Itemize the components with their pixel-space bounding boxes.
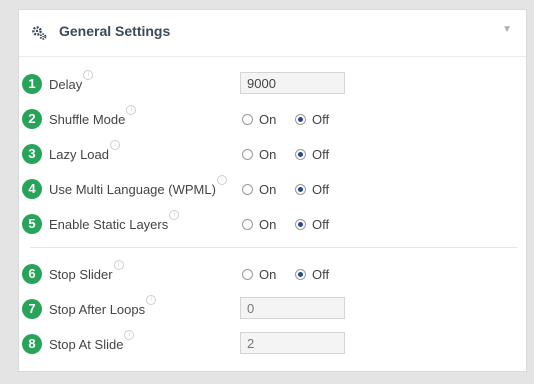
setting-row-lazy-load: 3 Lazy Loadi On Off (19, 140, 526, 170)
radio-off-label[interactable]: Off (312, 217, 329, 232)
radio-off-label[interactable]: Off (312, 147, 329, 162)
radio-on-label[interactable]: On (259, 182, 276, 197)
setting-row-stop-slider: 6 Stop Slideri On Off (19, 260, 526, 290)
setting-row-shuffle-mode: 2 Shuffle Modei On Off (19, 105, 526, 135)
radio-on-label[interactable]: On (259, 217, 276, 232)
radio-off[interactable] (294, 269, 306, 281)
step-badge: 1 (22, 74, 42, 94)
radio-on[interactable] (242, 219, 253, 231)
delay-input[interactable] (240, 72, 345, 94)
info-icon[interactable]: i (83, 70, 94, 80)
radio-off-label[interactable]: Off (312, 112, 329, 127)
radio-on[interactable] (242, 269, 253, 281)
info-icon[interactable]: i (124, 330, 135, 340)
step-badge: 2 (22, 109, 42, 129)
stop-at-slide-input[interactable] (240, 332, 345, 354)
step-badge: 6 (22, 264, 42, 284)
setting-label: Shuffle Modei (49, 105, 137, 127)
setting-row-stop-at-slide: 8 Stop At Slidei (19, 330, 526, 360)
radio-off-label[interactable]: Off (312, 267, 329, 282)
step-badge: 5 (22, 214, 42, 234)
radio-off[interactable] (294, 219, 306, 231)
radio-off[interactable] (294, 114, 306, 126)
step-badge: 8 (22, 334, 42, 354)
setting-label: Use Multi Language (WPML)i (49, 175, 227, 197)
setting-label: Stop After Loopsi (49, 295, 157, 317)
setting-label: Stop At Slidei (49, 330, 135, 352)
radio-on[interactable] (242, 114, 253, 126)
step-badge: 7 (22, 299, 42, 319)
radio-off-label[interactable]: Off (312, 182, 329, 197)
radio-off[interactable] (294, 149, 306, 161)
lazy-load-radio-group: On Off (242, 147, 344, 162)
info-icon[interactable]: i (216, 175, 227, 185)
radio-on[interactable] (242, 149, 253, 161)
radio-off[interactable] (294, 184, 306, 196)
stop-after-loops-input[interactable] (240, 297, 345, 319)
panel-title: General Settings (59, 23, 171, 39)
setting-label: Stop Slideri (49, 260, 124, 282)
setting-row-multi-language: 4 Use Multi Language (WPML)i On Off (19, 175, 526, 205)
gears-icon (32, 26, 47, 40)
step-badge: 3 (22, 144, 42, 164)
section-divider (30, 247, 517, 248)
info-icon[interactable]: i (110, 140, 120, 150)
info-icon[interactable]: i (146, 295, 157, 305)
general-settings-panel: General Settings ▼ 1 Delayi 2 Shuffle Mo… (18, 9, 527, 372)
radio-on-label[interactable]: On (259, 112, 276, 127)
multi-language-radio-group: On Off (242, 182, 344, 197)
static-layers-radio-group: On Off (242, 217, 344, 232)
setting-row-static-layers: 5 Enable Static Layersi On Off (19, 210, 526, 240)
stop-slider-radio-group: On Off (242, 267, 344, 282)
panel-header[interactable]: General Settings ▼ (19, 10, 526, 57)
info-icon[interactable]: i (113, 260, 124, 270)
shuffle-mode-radio-group: On Off (242, 112, 344, 127)
radio-on-label[interactable]: On (259, 147, 276, 162)
setting-label: Lazy Loadi (49, 140, 120, 162)
info-icon[interactable]: i (126, 105, 137, 115)
setting-label: Enable Static Layersi (49, 210, 180, 232)
setting-row-stop-after-loops: 7 Stop After Loopsi (19, 295, 526, 325)
radio-on-label[interactable]: On (259, 267, 276, 282)
setting-row-delay: 1 Delayi (19, 70, 526, 100)
info-icon[interactable]: i (169, 210, 180, 220)
radio-on[interactable] (242, 184, 253, 196)
triangle-down-icon[interactable]: ▼ (502, 24, 512, 35)
step-badge: 4 (22, 179, 42, 199)
setting-label: Delayi (49, 70, 94, 92)
